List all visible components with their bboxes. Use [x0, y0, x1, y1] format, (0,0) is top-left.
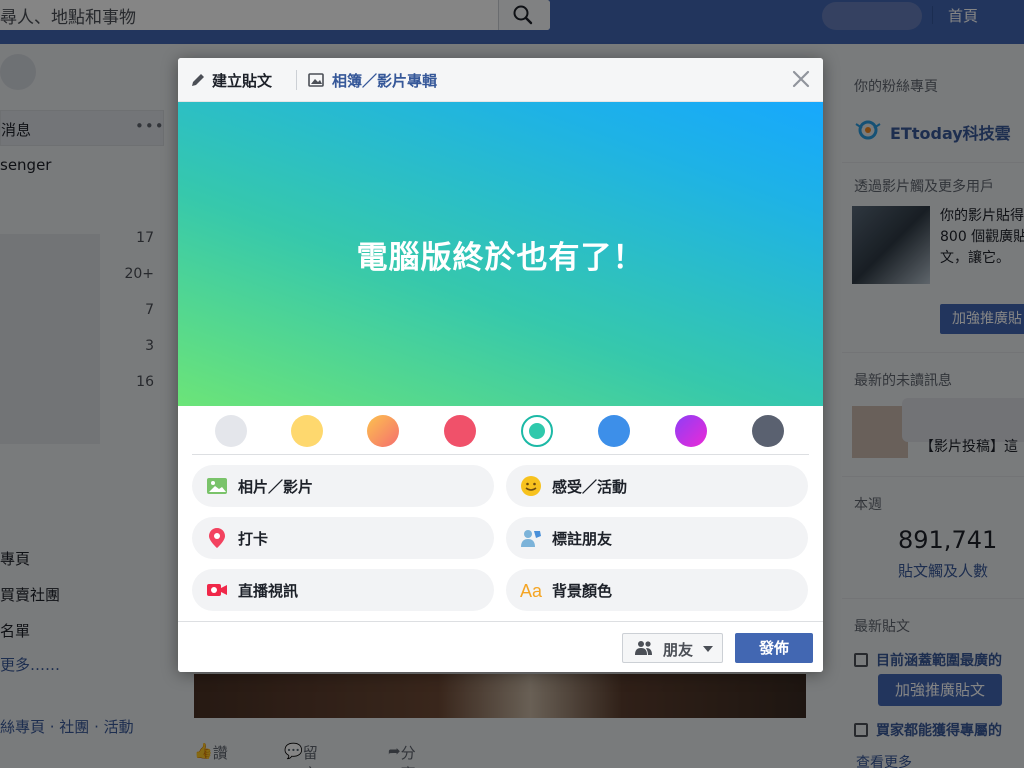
color-swatch[interactable] — [215, 415, 247, 447]
tag-friends-option[interactable]: 標註朋友 — [506, 517, 808, 559]
color-swatch[interactable] — [367, 415, 399, 447]
close-icon[interactable] — [790, 68, 812, 90]
check-in-option[interactable]: 打卡 — [192, 517, 494, 559]
tab-label: 相簿／影片專輯 — [332, 72, 438, 90]
option-label: 背景顏色 — [552, 582, 613, 600]
color-swatch[interactable] — [521, 415, 553, 447]
option-label: 直播視訊 — [238, 582, 299, 600]
background-color-picker — [178, 413, 823, 453]
publish-button[interactable]: 發佈 — [735, 633, 813, 663]
live-video-icon — [207, 584, 227, 596]
color-swatch[interactable] — [444, 415, 476, 447]
post-text[interactable]: 電腦版終於也有了！ — [178, 232, 823, 277]
post-text-canvas[interactable]: 電腦版終於也有了！ — [178, 102, 823, 406]
text-aa-icon: Aa — [520, 581, 543, 601]
album-icon — [308, 73, 324, 87]
feeling-activity-option[interactable]: 感受／活動 — [506, 465, 808, 507]
option-label: 感受／活動 — [552, 478, 628, 496]
dialog-header: 建立貼文 相簿／影片專輯 — [178, 58, 823, 102]
option-label: 打卡 — [238, 530, 269, 548]
smiley-icon — [521, 476, 541, 496]
audience-label: 朋友 — [663, 641, 694, 659]
color-swatch[interactable] — [752, 415, 784, 447]
color-swatch[interactable] — [675, 415, 707, 447]
svg-text:Aa: Aa — [520, 581, 543, 601]
divider — [296, 70, 297, 90]
color-swatch[interactable] — [598, 415, 630, 447]
color-swatch[interactable] — [291, 415, 323, 447]
dialog-footer: 朋友 發佈 — [178, 621, 823, 672]
selected-dot — [529, 423, 545, 439]
divider — [192, 454, 809, 455]
option-label: 相片／影片 — [238, 478, 314, 496]
pencil-icon — [192, 74, 204, 86]
caret-down-icon — [703, 646, 713, 652]
background-color-option[interactable]: Aa 背景顏色 — [506, 569, 808, 611]
friends-icon — [635, 641, 652, 655]
tab-create-post[interactable]: 建立貼文 — [190, 70, 272, 91]
tag-friends-icon — [521, 530, 541, 547]
photo-icon — [207, 478, 227, 494]
photo-video-option[interactable]: 相片／影片 — [192, 465, 494, 507]
live-video-option[interactable]: 直播視訊 — [192, 569, 494, 611]
location-pin-icon — [209, 528, 225, 548]
audience-selector[interactable]: 朋友 — [622, 633, 723, 663]
option-label: 標註朋友 — [552, 530, 613, 548]
create-post-dialog: 建立貼文 相簿／影片專輯 電腦版終於也有了！ 相片／影片 感受／活動 打卡 標註… — [178, 58, 823, 672]
tab-album[interactable]: 相簿／影片專輯 — [308, 70, 437, 91]
tab-label: 建立貼文 — [212, 72, 273, 90]
